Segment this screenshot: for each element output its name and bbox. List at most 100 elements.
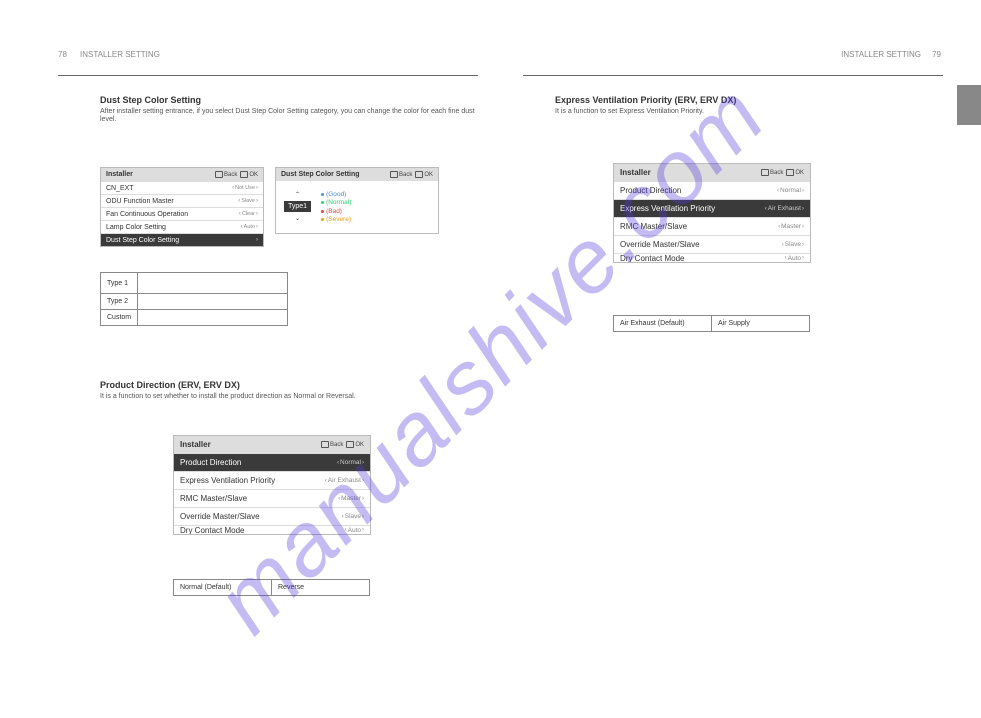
panel-c-row-0[interactable]: Product Direction ‹Normal› [614, 181, 810, 199]
back-icon [761, 169, 769, 176]
panel-row-label: Dry Contact Mode [180, 526, 244, 535]
ok-button[interactable]: OK [415, 171, 433, 178]
table-b: Normal (Default) Reverse [173, 579, 370, 596]
section-b-desc: It is a function to set whether to insta… [100, 393, 480, 401]
panel-c-header: Installer Back OK [614, 164, 810, 181]
cell: Normal (Default) [174, 580, 272, 596]
section-c-desc: It is a function to set Express Ventilat… [555, 108, 935, 116]
chevron-left-icon: ‹ [232, 185, 234, 191]
panel-row-label: Express Ventilation Priority [180, 476, 275, 485]
divider-right [523, 75, 943, 76]
ok-button[interactable]: OK [240, 171, 258, 178]
cell: Air Supply [712, 316, 810, 332]
chevron-right-icon: › [256, 224, 258, 230]
chevron-left-icon: ‹ [338, 496, 340, 502]
panel-row-label: Dust Step Color Setting [106, 237, 179, 244]
back-button[interactable]: Back [215, 171, 237, 178]
back-icon [390, 171, 398, 178]
panel1-row-3[interactable]: Lamp Color Setting ‹Auto› [101, 220, 263, 233]
panel-b-row-3[interactable]: Override Master/Slave ‹Slave› [174, 507, 370, 525]
panel-row-label: Product Direction [180, 458, 241, 467]
cell: Type 2 [101, 294, 138, 310]
panel-b-row-0[interactable]: Product Direction ‹Normal› [174, 453, 370, 471]
section-b-heading: Product Direction (ERV, ERV DX) [100, 380, 480, 390]
back-icon [215, 171, 223, 178]
panel-row-label: Dry Contact Mode [620, 254, 684, 263]
chevron-left-icon: ‹ [342, 514, 344, 520]
chevron-left-icon: ‹ [325, 478, 327, 484]
divider-left [58, 75, 478, 76]
chevron-right-icon: › [802, 188, 804, 194]
chevron-right-icon: › [362, 527, 364, 533]
panel-row-label: Override Master/Slave [180, 512, 260, 521]
ok-icon [786, 169, 794, 176]
chevron-right-icon: › [256, 185, 258, 191]
panel-b-title: Installer [180, 440, 211, 449]
panel-b-row-4[interactable]: Dry Contact Mode ‹Auto› [174, 525, 370, 534]
chevron-right-icon: › [362, 478, 364, 484]
back-icon [321, 441, 329, 448]
panel-c-row-2[interactable]: RMC Master/Slave ‹Master› [614, 217, 810, 235]
dust-panel-title: Dust Step Color Setting [281, 171, 360, 178]
panel1-row-1[interactable]: ODU Function Master ‹Slave› [101, 194, 263, 207]
back-button[interactable]: Back [321, 441, 343, 448]
chevron-right-icon: › [256, 198, 258, 204]
chevron-right-icon: › [802, 242, 804, 248]
dot-red-icon [321, 210, 324, 213]
cell: Reverse [272, 580, 370, 596]
chevron-left-icon: ‹ [345, 527, 347, 533]
section-a-desc: After installer setting entrance, if you… [100, 108, 480, 125]
chevron-right-icon: › [802, 255, 804, 261]
panel1-title: Installer [106, 171, 133, 178]
cell: Type 1 [101, 273, 138, 294]
side-tab [957, 85, 981, 125]
chevron-right-icon: › [362, 460, 364, 466]
chevron-right-icon: › [362, 514, 364, 520]
chevron-right-icon: › [802, 206, 804, 212]
chevron-right-icon: › [256, 237, 258, 243]
panel-c-row-1[interactable]: Express Ventilation Priority ‹Air Exhaus… [614, 199, 810, 217]
chevron-left-icon: ‹ [241, 224, 243, 230]
chevron-down-icon[interactable]: ⌄ [295, 215, 300, 222]
panel-row-label: RMC Master/Slave [620, 222, 687, 231]
chevron-left-icon: ‹ [239, 211, 241, 217]
panel-row-label: Product Direction [620, 186, 681, 195]
chevron-up-icon[interactable]: ⌃ [295, 191, 300, 198]
back-button[interactable]: Back [761, 169, 783, 176]
ok-button[interactable]: OK [786, 169, 804, 176]
type-chip[interactable]: Type1 [284, 201, 311, 212]
panel1-header: Installer Back OK [101, 168, 263, 181]
cell: Set to Type 1 Color. (Good:Blue, Normal:… [138, 273, 288, 294]
back-button[interactable]: Back [390, 171, 412, 178]
panel-row-label: Fan Continuous Operation [106, 211, 188, 218]
panel-c-row-4[interactable]: Dry Contact Mode ‹Auto› [614, 253, 810, 262]
chevron-left-icon: ‹ [777, 188, 779, 194]
panel-row-label: Express Ventilation Priority [620, 204, 715, 213]
page-title-right: INSTALLER SETTING [841, 50, 921, 59]
ok-icon [240, 171, 248, 178]
panel-b-header: Installer Back OK [174, 436, 370, 453]
panel1-row-0[interactable]: CN_EXT ‹Not Use› [101, 181, 263, 194]
section-a-heading: Dust Step Color Setting [100, 95, 480, 105]
chevron-right-icon: › [802, 224, 804, 230]
cell: Air Exhaust (Default) [614, 316, 712, 332]
panel-b-row-2[interactable]: RMC Master/Slave ‹Master› [174, 489, 370, 507]
ok-icon [415, 171, 423, 178]
cell [138, 310, 288, 326]
cell: Custom [101, 310, 138, 326]
panel-row-label: ODU Function Master [106, 198, 174, 205]
panel-row-label: Override Master/Slave [620, 240, 700, 249]
page-num-right: 79 [932, 50, 941, 59]
cell [138, 294, 288, 310]
watermark-text: manualshive.com [196, 64, 785, 653]
panel-b-row-1[interactable]: Express Ventilation Priority ‹Air Exhaus… [174, 471, 370, 489]
dust-legend: (Good) (Normal) (Bad) (Severe) [321, 189, 351, 225]
chevron-left-icon: ‹ [785, 255, 787, 261]
dot-green-icon [321, 201, 324, 204]
panel-c-title: Installer [620, 168, 651, 177]
panel1-row-4[interactable]: Dust Step Color Setting › [101, 233, 263, 246]
chevron-left-icon: ‹ [778, 224, 780, 230]
ok-button[interactable]: OK [346, 441, 364, 448]
panel1-row-2[interactable]: Fan Continuous Operation ‹Clear› [101, 207, 263, 220]
panel-c-row-3[interactable]: Override Master/Slave ‹Slave› [614, 235, 810, 253]
